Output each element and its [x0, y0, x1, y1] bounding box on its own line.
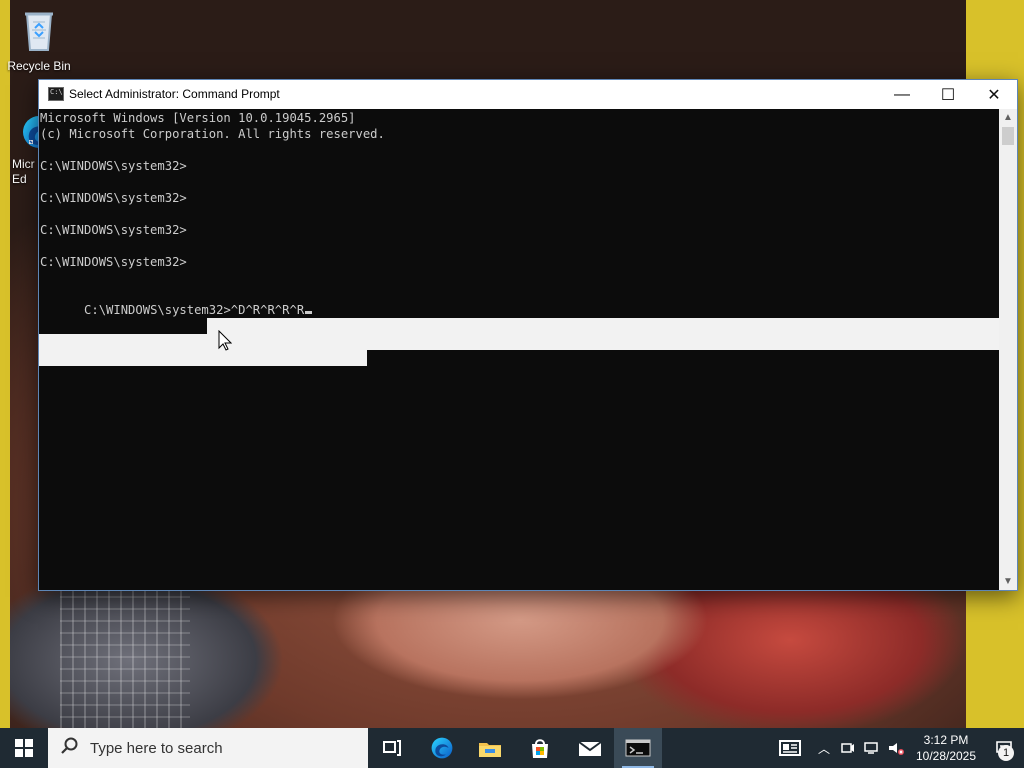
maximize-button[interactable]: ☐ [925, 80, 971, 109]
windows-logo-icon [15, 739, 33, 757]
selection-highlight [207, 318, 999, 350]
selection-highlight [39, 334, 207, 366]
show-hidden-icons-button[interactable]: ︿ [812, 728, 836, 768]
volume-muted-icon [889, 743, 904, 755]
chevron-up-icon: ▲ [1003, 112, 1013, 123]
console-line: (c) Microsoft Corporation. All rights re… [40, 127, 385, 141]
edge-icon [431, 737, 453, 759]
taskbar-search-box[interactable]: Type here to search [48, 728, 368, 768]
taskbar-edge-button[interactable] [418, 728, 466, 768]
network-icon [864, 742, 878, 754]
news-icon [779, 740, 801, 756]
camera-icon [841, 743, 854, 753]
search-placeholder: Type here to search [90, 739, 223, 757]
console-line: C:\WINDOWS\system32> [40, 191, 187, 205]
desktop-icon-recycle-bin[interactable]: Recycle Bin [2, 6, 76, 73]
cmd-icon [625, 739, 651, 757]
minimize-icon: — [894, 85, 910, 103]
start-button[interactable] [0, 728, 48, 768]
taskbar-file-explorer-button[interactable] [466, 728, 514, 768]
notification-badge: 1 [998, 745, 1014, 761]
recycle-bin-icon [2, 6, 76, 57]
news-widget-button[interactable] [768, 728, 812, 768]
clock-date: 10/28/2025 [915, 749, 977, 763]
taskbar-clock[interactable]: 3:12 PM 10/28/2025 [908, 732, 984, 764]
selection-highlight [207, 350, 367, 366]
close-button[interactable]: ✕ [971, 80, 1017, 109]
cmd-icon [48, 87, 64, 101]
minimize-button[interactable]: — [879, 80, 925, 109]
maximize-icon: ☐ [940, 86, 956, 104]
system-tray: ︿ 3:12 PM 10/28/2025 1 [768, 728, 1024, 768]
desktop-icon-label: Recycle Bin [7, 59, 71, 73]
task-view-button[interactable] [368, 728, 416, 768]
taskbar-store-button[interactable] [516, 728, 564, 768]
search-icon [60, 736, 80, 760]
taskbar-mail-button[interactable] [566, 728, 614, 768]
console-line: C:\WINDOWS\system32> [40, 159, 187, 173]
scroll-up-button[interactable]: ▲ [999, 109, 1017, 126]
network-button[interactable] [860, 728, 884, 768]
taskbar: Type here to search ︿ 3:12 PM 10/28/2025… [0, 728, 1024, 768]
close-icon: ✕ [987, 86, 1001, 104]
taskbar-command-prompt-button[interactable] [614, 728, 662, 768]
window-title: Select Administrator: Command Prompt [69, 87, 280, 101]
meet-now-button[interactable] [836, 728, 860, 768]
text-cursor [305, 311, 313, 314]
console-current-text: C:\WINDOWS\system32>^D^R^R^R^R [84, 303, 305, 317]
volume-button[interactable] [884, 728, 908, 768]
console-line: Microsoft Windows [Version 10.0.19045.29… [40, 111, 356, 125]
window-titlebar[interactable]: Select Administrator: Command Prompt — ☐… [39, 80, 1017, 109]
console-output[interactable]: Microsoft Windows [Version 10.0.19045.29… [39, 109, 999, 590]
clock-time: 3:12 PM [923, 733, 969, 747]
folder-icon [479, 743, 501, 757]
mail-icon [578, 741, 602, 756]
command-prompt-window[interactable]: Select Administrator: Command Prompt — ☐… [38, 79, 1018, 591]
vertical-scrollbar[interactable]: ▲ ▼ [999, 109, 1017, 590]
mouse-pointer-icon [218, 330, 232, 351]
scroll-thumb[interactable] [1002, 127, 1014, 145]
task-view-icon [383, 740, 401, 756]
scroll-down-button[interactable]: ▼ [999, 573, 1017, 590]
store-icon [532, 739, 548, 758]
action-center-button[interactable]: 1 [984, 728, 1024, 768]
console-line: C:\WINDOWS\system32> [40, 223, 187, 237]
chevron-up-icon: ︿ [817, 741, 830, 756]
console-line: C:\WINDOWS\system32> [40, 255, 187, 269]
chevron-down-icon: ▼ [1003, 576, 1013, 587]
